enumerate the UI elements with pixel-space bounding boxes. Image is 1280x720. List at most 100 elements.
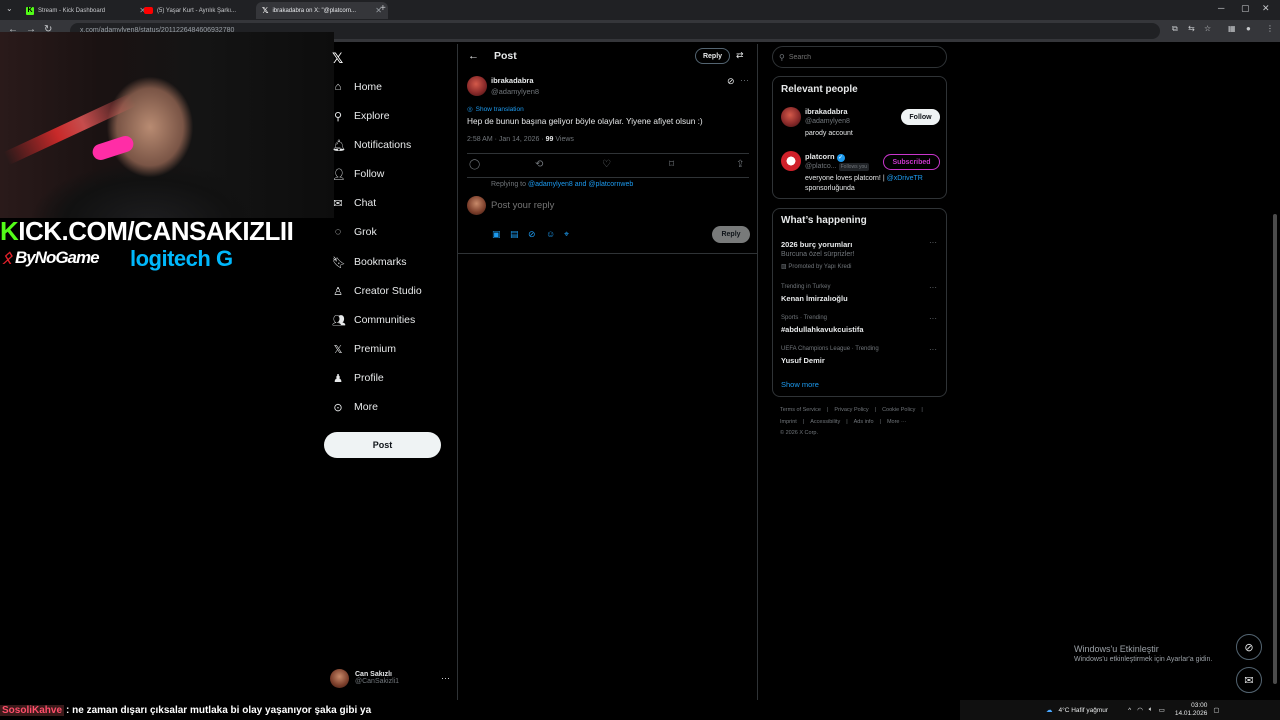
footer-link[interactable]: Ads info [854, 419, 874, 425]
bio-link[interactable]: @xDriveTR [887, 175, 923, 182]
reply-icon[interactable]: ◯ [469, 159, 480, 170]
browser-tab-x[interactable]: 𝕏 ibrakadabra on X: "@platcorn... ✕ [256, 2, 388, 19]
weather-text[interactable]: 4°C Hafif yağmur [1059, 707, 1109, 714]
reply-header-button[interactable]: Reply [695, 48, 730, 64]
nav-notifications[interactable]: 🔔︎ Notifications [332, 135, 411, 155]
nav-chat[interactable]: ✉ Chat [332, 193, 376, 213]
relevant-people-card: Relevant people ibrakadabra @adamylyen8 … [772, 76, 947, 199]
windows-taskbar: ☁ 4°C Hafif yağmur ^ ◠ 🔈︎ ▭ 03:00 14.01.… [960, 700, 1280, 720]
post-button[interactable]: Post [324, 432, 441, 458]
browser-menu-icon[interactable]: ⋮ [1266, 24, 1274, 33]
nav-profile[interactable]: ♟ Profile [332, 368, 384, 388]
person-icon: ♟ [333, 372, 343, 385]
x-logo-icon[interactable]: 𝕏 [332, 50, 343, 67]
minimize-icon[interactable]: ─ [1218, 3, 1224, 13]
bynogame-logo-icon: ᛟ [2, 248, 12, 267]
account-switcher[interactable]: Can Sakızlı @CanSakizli1 ··· [330, 668, 450, 688]
bookmark-icon[interactable]: ⌑ [669, 159, 674, 170]
nav-explore[interactable]: ⚲ Explore [332, 106, 390, 126]
microphone [90, 133, 136, 163]
repost-icon[interactable]: ⟲ [535, 159, 543, 170]
footer-link[interactable]: Terms of Service [780, 407, 821, 413]
media-icon[interactable]: ▣ [492, 229, 501, 240]
more-icon[interactable]: ··· [929, 345, 937, 354]
scrollbar-thumb[interactable] [1273, 214, 1277, 684]
new-tab-icon[interactable]: + [380, 3, 386, 14]
browser-tab-youtube[interactable]: (5) Yaşar Kurt - Ayrılık Şarkı... ✕ [138, 2, 270, 19]
volume-icon[interactable]: 🔈︎ [1149, 706, 1153, 714]
star-icon[interactable]: ☆ [1204, 24, 1211, 33]
like-icon[interactable]: ♡ [602, 159, 611, 170]
profile-avatar-icon[interactable]: ● [1246, 24, 1251, 33]
tray-chevron-icon[interactable]: ^ [1128, 707, 1131, 714]
post-text: Hep de bunun başına geliyor böyle olayla… [467, 116, 703, 126]
nav-grok[interactable]: ◌ Grok [332, 222, 377, 242]
home-icon: ⌂ [334, 81, 342, 93]
nav-bookmarks[interactable]: 🔖︎ Bookmarks [332, 252, 407, 272]
weather-icon[interactable]: ☁ [1046, 706, 1053, 714]
avatar[interactable] [781, 151, 801, 171]
battery-icon[interactable]: ▭ [1159, 706, 1165, 714]
person-name[interactable]: ibrakadabra [805, 107, 848, 116]
messages-fab[interactable]: ✉ [1236, 667, 1262, 693]
emoji-icon[interactable]: ☺ [546, 229, 555, 239]
footer-links: Imprint | Accessibility | Ads info | More ·… [780, 419, 907, 425]
nav-premium[interactable]: 𝕏 Premium [332, 339, 396, 359]
reply-submit-button[interactable]: Reply [712, 226, 750, 243]
search-input[interactable] [788, 53, 939, 61]
clock[interactable]: 03:00 14.01.2026 [1175, 702, 1208, 718]
subscribed-button[interactable]: Subscribed [883, 154, 940, 170]
notifications-icon[interactable]: ▢ [1213, 706, 1219, 714]
nav-more[interactable]: ⊙ More [332, 397, 378, 417]
grok-fab[interactable]: ⊘ [1236, 634, 1262, 660]
grok-icon[interactable]: ⊘ [727, 76, 735, 87]
post-time[interactable]: 2:58 AM · Jan 14, 2026 · [467, 136, 546, 143]
footer-link[interactable]: Privacy Policy [834, 407, 868, 413]
footer-link[interactable]: Accessibility [810, 419, 840, 425]
show-translation-link[interactable]: ◎ Show translation [467, 105, 524, 114]
footer-link[interactable]: Imprint [780, 419, 797, 425]
maximize-icon[interactable]: ▢ [1241, 3, 1250, 14]
nav-communities[interactable]: 👥︎ Communities [332, 310, 415, 330]
person-name-row[interactable]: platcorn ✓ [805, 152, 845, 162]
translate-icon[interactable]: ⇆ [1188, 24, 1195, 33]
nav-creator-studio[interactable]: ♙ Creator Studio [332, 281, 422, 301]
footer-link[interactable]: More ··· [887, 419, 907, 425]
more-icon[interactable]: ··· [441, 673, 450, 683]
search-bar[interactable]: ⚲ [772, 46, 947, 68]
author-handle[interactable]: @adamylyen8 [491, 87, 539, 96]
nav-follow[interactable]: 👤︎ Follow [332, 164, 384, 184]
replying-users-link[interactable]: @adamylyen8 and @platcornweb [528, 181, 633, 188]
grok-icon[interactable]: ⊘ [528, 229, 536, 240]
browser-tab-kick[interactable]: K Stream - Kick Dashboard ✕ [20, 2, 152, 19]
show-more-link[interactable]: Show more [781, 380, 819, 389]
footer-link[interactable]: Cookie Policy [882, 407, 915, 413]
search-icon: ⚲ [779, 52, 785, 62]
windows-activation-title: Windows'u Etkinleştir [1074, 644, 1159, 654]
install-icon[interactable]: ⧉ [1172, 24, 1178, 34]
author-name[interactable]: ibrakadabra [491, 76, 534, 85]
filter-icon[interactable]: ⇄ [736, 50, 744, 61]
back-arrow-icon[interactable]: ← [468, 50, 479, 62]
nav-home[interactable]: ⌂ Home [332, 77, 382, 97]
more-icon[interactable]: ··· [740, 75, 749, 85]
avatar[interactable] [781, 107, 801, 127]
kick-channel-banner: KICK.COM/CANSAKIZLII [0, 216, 294, 247]
reply-input[interactable] [491, 200, 691, 211]
more-icon[interactable]: ··· [929, 238, 937, 247]
more-icon[interactable]: ··· [929, 314, 937, 323]
location-icon[interactable]: ⌖ [564, 229, 569, 240]
more-icon[interactable]: ··· [929, 283, 937, 292]
author-avatar[interactable] [467, 76, 487, 96]
follow-button[interactable]: Follow [901, 109, 940, 125]
gif-icon[interactable]: ▤ [510, 229, 519, 240]
kick-url: ICK.COM/CANSAKIZLII [18, 216, 294, 246]
sponsor-label: logitech G [130, 246, 233, 271]
tab-search-icon[interactable]: ⌄ [6, 4, 13, 13]
person-bio: everyone loves platcorn! | @xDriveTR spon… [805, 174, 945, 194]
share-icon[interactable]: ⇪ [736, 159, 744, 170]
extensions-icon[interactable]: ▦ [1228, 24, 1236, 33]
wifi-icon[interactable]: ◠ [1137, 706, 1143, 714]
post-meta: 2:58 AM · Jan 14, 2026 · 99 Views [467, 136, 574, 143]
window-close-icon[interactable]: ✕ [1262, 3, 1270, 14]
